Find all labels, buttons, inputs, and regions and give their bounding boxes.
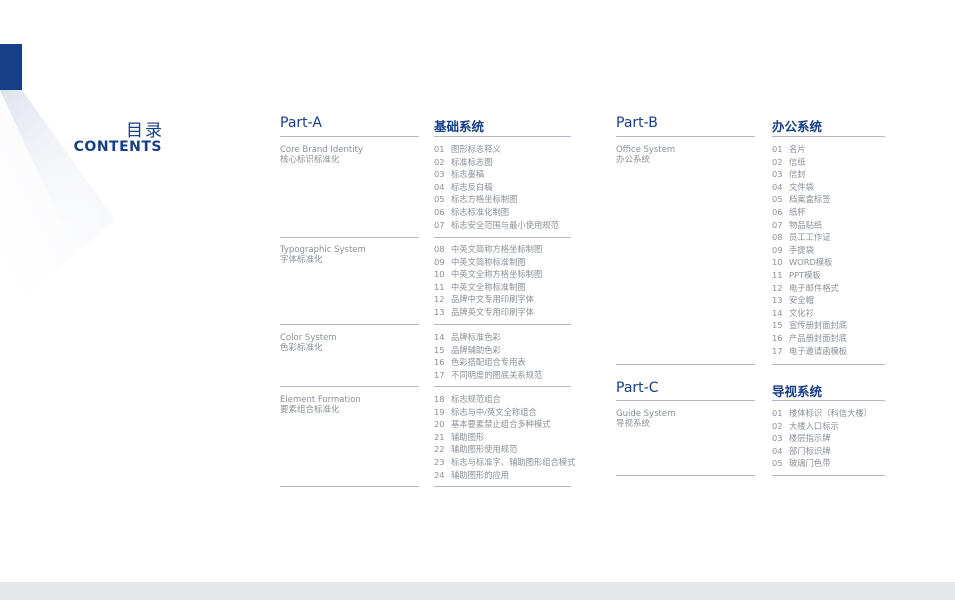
toc-item[interactable]: 13 品牌英文专用印刷字体: [434, 306, 542, 319]
part-b-system-title: 办公系统: [772, 119, 823, 134]
part-b-system-rule: [772, 136, 885, 137]
toc-item[interactable]: 12 品牌中文专用印刷字体: [434, 293, 542, 306]
section-divider: [772, 364, 885, 365]
part-c-title: Part-C: [616, 380, 659, 396]
toc-item[interactable]: 07 标志安全范围与最小使用规范: [434, 219, 559, 232]
toc-item[interactable]: 05 标志方格坐标制图: [434, 193, 559, 206]
section-divider: [434, 237, 571, 238]
toc-item[interactable]: 04 部门标识牌: [772, 445, 872, 458]
contents-title-cn: 目录: [126, 121, 164, 141]
section-core-brand-cn: 核心标识标准化: [280, 155, 340, 165]
toc-item[interactable]: 03 标志墨稿: [434, 168, 559, 181]
toc-item[interactable]: 07 物品贴纸: [772, 219, 847, 232]
toc-item[interactable]: 15 品牌辅助色彩: [434, 344, 542, 357]
section-divider: [280, 486, 419, 487]
toc-item[interactable]: 08 中英文简称方格坐标制图: [434, 243, 542, 256]
toc-item[interactable]: 02 信纸: [772, 156, 847, 169]
section-divider: [280, 324, 419, 325]
section-divider: [434, 486, 571, 487]
toc-item[interactable]: 02 标准标志图: [434, 156, 559, 169]
toc-item[interactable]: 09 手提袋: [772, 244, 847, 257]
chevron-decoration: [0, 90, 115, 320]
part-b-title: Part-B: [616, 115, 658, 131]
part-a-title: Part-A: [280, 115, 322, 131]
section-office-list: 01 名片 02 信纸 03 信封 04 文件袋 05 档案盒标签 06 纸杯 07 物品贴纸…: [772, 143, 847, 357]
toc-item[interactable]: 01 楼体标识（科信大楼）: [772, 407, 872, 420]
toc-item[interactable]: 05 玻璃门色带: [772, 457, 872, 470]
section-divider: [772, 475, 885, 476]
toc-item[interactable]: 18 标志规范组合: [434, 393, 575, 406]
section-guide-cn: 导视系统: [616, 419, 651, 429]
toc-item[interactable]: 11 中英文全称标准制图: [434, 281, 542, 294]
section-color-list: 14 品牌标准色彩 15 品牌辅助色彩 16 色彩搭配组合专用表 17 不同明度的图底关…: [434, 331, 542, 381]
toc-item[interactable]: 04 文件袋: [772, 181, 847, 194]
toc-item[interactable]: 13 安全帽: [772, 294, 847, 307]
toc-item[interactable]: 01 图形标志释义: [434, 143, 559, 156]
section-element-list: 18 标志规范组合 19 标志与中/英文全称组合 20 基本要素禁止组合多种模式 21…: [434, 393, 575, 481]
toc-item[interactable]: 03 楼层指示牌: [772, 432, 872, 445]
toc-item[interactable]: 16 色彩搭配组合专用表: [434, 356, 542, 369]
part-a-system-title: 基础系统: [434, 119, 485, 134]
toc-item[interactable]: 14 文化衫: [772, 307, 847, 320]
section-divider: [616, 364, 755, 365]
contents-title-en: CONTENTS: [73, 139, 162, 155]
toc-item[interactable]: 05 档案盒标签: [772, 193, 847, 206]
section-element-cn: 要素组合标准化: [280, 405, 340, 415]
toc-item[interactable]: 24 辅助图形的应用: [434, 469, 575, 482]
toc-item[interactable]: 08 员工工作证: [772, 231, 847, 244]
toc-item[interactable]: 22 辅助图形使用规范: [434, 443, 575, 456]
section-office-cn: 办公系统: [616, 155, 651, 165]
toc-item[interactable]: 06 标志标准化制图: [434, 206, 559, 219]
part-b-rule: [616, 136, 755, 137]
toc-item[interactable]: 14 品牌标准色彩: [434, 331, 542, 344]
toc-item[interactable]: 09 中英文简称标准制图: [434, 256, 542, 269]
toc-item[interactable]: 10 中英文全称方格坐标制图: [434, 268, 542, 281]
part-a-rule: [280, 136, 419, 137]
toc-item[interactable]: 16 产品册封面封底: [772, 332, 847, 345]
toc-item[interactable]: 06 纸杯: [772, 206, 847, 219]
toc-item[interactable]: 20 基本要素禁止组合多种模式: [434, 418, 575, 431]
section-divider: [280, 237, 419, 238]
toc-item[interactable]: 02 大楼入口标示: [772, 420, 872, 433]
section-divider: [280, 386, 419, 387]
toc-item[interactable]: 17 电子邀请函模板: [772, 345, 847, 358]
section-typographic-cn: 字体标准化: [280, 255, 323, 265]
toc-item[interactable]: 12 电子邮件格式: [772, 282, 847, 295]
toc-item[interactable]: 21 辅助图形: [434, 431, 575, 444]
section-divider: [434, 386, 571, 387]
toc-item[interactable]: 01 名片: [772, 143, 847, 156]
footer-bar: [0, 582, 955, 600]
section-color-cn: 色彩标准化: [280, 343, 323, 353]
toc-item[interactable]: 19 标志与中/英文全称组合: [434, 406, 575, 419]
section-guide-list: 01 楼体标识（科信大楼） 02 大楼入口标示 03 楼层指示牌 04 部门标识牌 05…: [772, 407, 872, 470]
toc-item[interactable]: 15 宣传册封面封底: [772, 319, 847, 332]
toc-item[interactable]: 10 WORD模板: [772, 256, 847, 269]
part-c-system-rule: [772, 400, 885, 401]
part-a-system-rule: [434, 136, 571, 137]
part-c-rule: [616, 400, 755, 401]
toc-item[interactable]: 11 PPT模板: [772, 269, 847, 282]
section-divider: [616, 475, 755, 476]
section-divider: [434, 324, 571, 325]
toc-item[interactable]: 23 标志与标准字、辅助图形组合模式: [434, 456, 575, 469]
toc-item[interactable]: 04 标志反白稿: [434, 181, 559, 194]
section-typographic-list: 08 中英文简称方格坐标制图 09 中英文简称标准制图 10 中英文全称方格坐标制图 …: [434, 243, 542, 319]
part-c-system-title: 导视系统: [772, 384, 823, 399]
section-core-brand-list: 01 图形标志释义 02 标准标志图 03 标志墨稿 04 标志反白稿 05 标志方格坐标…: [434, 143, 559, 231]
toc-item[interactable]: 03 信封: [772, 168, 847, 181]
toc-item[interactable]: 17 不同明度的图底关系规范: [434, 369, 542, 382]
